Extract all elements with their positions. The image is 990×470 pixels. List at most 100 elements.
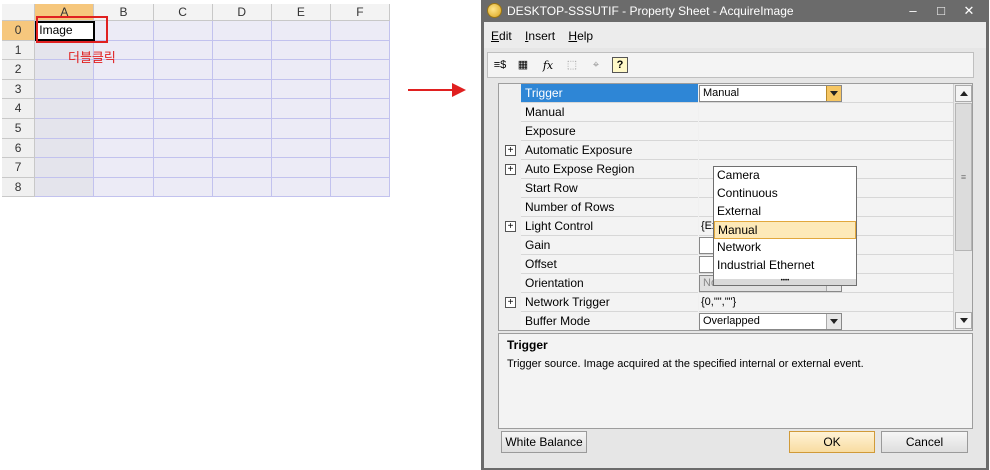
sheet-cell[interactable] — [94, 177, 154, 198]
property-name[interactable]: Network Trigger — [521, 293, 698, 312]
row-header[interactable]: 1 — [2, 40, 36, 61]
row-header[interactable]: 8 — [2, 177, 36, 198]
trigger-dropdown-list[interactable]: Camera Continuous External Manual Network Ind… — [713, 166, 857, 286]
sheet-cell[interactable] — [94, 138, 154, 159]
sheet-cell[interactable] — [153, 118, 213, 139]
sheet-cell[interactable] — [153, 21, 213, 41]
scroll-thumb[interactable]: ≡ — [955, 103, 972, 251]
property-value-cell[interactable] — [699, 122, 953, 141]
grid-icon[interactable]: ▦ — [513, 56, 533, 75]
sheet-cell[interactable] — [271, 177, 331, 198]
sheet-cell[interactable] — [94, 99, 154, 119]
sheet-cell[interactable] — [330, 40, 390, 61]
chevron-down-icon[interactable] — [826, 314, 841, 329]
sheet-cell[interactable] — [271, 40, 331, 61]
function-icon[interactable]: fx — [538, 56, 558, 75]
dropdown-option[interactable]: External — [714, 203, 856, 221]
corner-cell[interactable] — [2, 4, 36, 21]
property-name[interactable]: Buffer Mode — [521, 312, 698, 330]
sheet-cell[interactable] — [212, 21, 272, 41]
scroll-down-button[interactable] — [955, 312, 972, 329]
sheet-cell[interactable] — [94, 118, 154, 139]
row-header[interactable]: 4 — [2, 99, 36, 119]
row-header[interactable]: 3 — [2, 79, 36, 100]
dropdown-option[interactable]: Manual — [714, 221, 856, 239]
property-name[interactable]: Offset — [521, 255, 698, 274]
sheet-cell[interactable] — [212, 158, 272, 178]
property-row[interactable]: Buffer Mode Overlapped — [499, 312, 953, 330]
sheet-cell[interactable] — [212, 40, 272, 61]
sheet-cell[interactable] — [212, 118, 272, 139]
property-row[interactable]: + Automatic Exposure — [499, 141, 953, 160]
dropdown-field[interactable]: Overlapped — [699, 313, 842, 330]
property-value-cell[interactable]: {0,"",""} — [699, 293, 953, 312]
property-row[interactable]: + Network Trigger {0,"",""} — [499, 293, 953, 312]
dropdown-option[interactable]: Network — [714, 239, 856, 257]
column-header-f[interactable]: F — [330, 4, 390, 21]
sheet-cell[interactable] — [35, 99, 95, 119]
row-header[interactable]: 2 — [2, 60, 36, 80]
sheet-cell[interactable] — [212, 79, 272, 100]
property-row[interactable]: Trigger Manual — [499, 84, 953, 103]
ok-button[interactable]: OK — [789, 431, 875, 453]
menu-insert[interactable]: Insert — [518, 22, 558, 43]
property-value-cell[interactable] — [699, 103, 953, 122]
vertical-scrollbar[interactable]: ≡ — [953, 84, 972, 330]
property-name[interactable]: Exposure — [521, 122, 698, 141]
sheet-cell[interactable] — [271, 138, 331, 159]
resize-grip[interactable]: •••• — [714, 278, 856, 285]
property-name[interactable]: Start Row — [521, 179, 698, 198]
sheet-cell[interactable] — [330, 158, 390, 178]
sheet-cell[interactable] — [153, 158, 213, 178]
column-header-c[interactable]: C — [153, 4, 213, 21]
cancel-button[interactable]: Cancel — [881, 431, 968, 453]
dropdown-option[interactable]: Continuous — [714, 185, 856, 203]
sheet-cell[interactable] — [153, 60, 213, 80]
sheet-cell[interactable] — [330, 60, 390, 80]
column-header-e[interactable]: E — [271, 4, 331, 21]
property-name[interactable]: Number of Rows — [521, 198, 698, 217]
help-icon[interactable]: ? — [612, 57, 628, 73]
row-header[interactable]: 6 — [2, 138, 36, 159]
property-name[interactable]: Orientation — [521, 274, 698, 293]
row-header[interactable]: 5 — [2, 118, 36, 139]
property-name[interactable]: Automatic Exposure — [521, 141, 698, 160]
sheet-cell[interactable] — [330, 118, 390, 139]
select-region-icon[interactable]: ⬚ — [562, 56, 582, 75]
sheet-cell[interactable] — [153, 79, 213, 100]
sheet-cell[interactable] — [212, 99, 272, 119]
property-name[interactable]: Trigger — [521, 84, 698, 103]
sheet-cell[interactable] — [271, 60, 331, 80]
property-row[interactable]: Manual — [499, 103, 953, 122]
sheet-cell[interactable] — [35, 158, 95, 178]
expand-icon[interactable]: + — [505, 145, 516, 156]
dropdown-option[interactable]: Camera — [714, 167, 856, 185]
row-header[interactable]: 0 — [2, 21, 36, 41]
sheet-cell[interactable] — [212, 60, 272, 80]
sheet-cell[interactable] — [35, 118, 95, 139]
property-value-cell[interactable] — [699, 141, 953, 160]
menu-edit[interactable]: Edit — [484, 22, 515, 43]
sheet-cell[interactable] — [94, 79, 154, 100]
property-name[interactable]: Manual — [521, 103, 698, 122]
white-balance-button[interactable]: White Balance — [501, 431, 587, 453]
sheet-cell[interactable] — [153, 40, 213, 61]
property-name[interactable]: Light Control — [521, 217, 698, 236]
minimize-button[interactable]: – — [899, 2, 927, 20]
target-icon[interactable]: ⌖ — [586, 56, 606, 75]
property-row[interactable]: Exposure — [499, 122, 953, 141]
dropdown-field[interactable]: Manual — [699, 85, 842, 102]
sheet-cell[interactable] — [153, 138, 213, 159]
expand-icon[interactable]: + — [505, 221, 516, 232]
scroll-up-button[interactable] — [955, 85, 972, 102]
expand-icon[interactable]: + — [505, 297, 516, 308]
maximize-button[interactable]: □ — [927, 2, 955, 20]
expand-icon[interactable]: + — [505, 164, 516, 175]
sheet-cell[interactable] — [330, 177, 390, 198]
sheet-cell[interactable] — [212, 177, 272, 198]
sheet-cell[interactable] — [330, 138, 390, 159]
chevron-down-icon[interactable] — [826, 86, 841, 101]
close-button[interactable]: ✕ — [955, 2, 983, 20]
sheet-cell[interactable] — [35, 138, 95, 159]
sheet-cell[interactable] — [271, 158, 331, 178]
